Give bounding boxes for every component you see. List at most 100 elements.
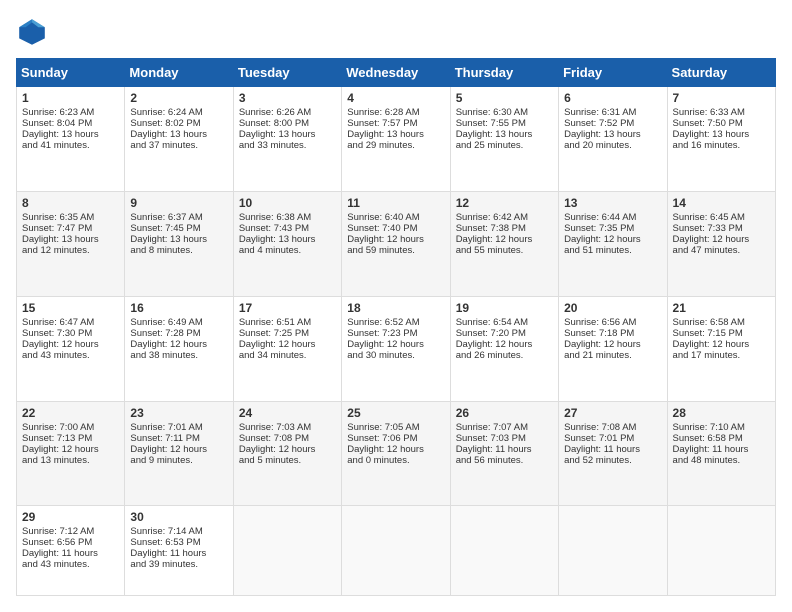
day-number: 11 — [347, 196, 444, 210]
day-number: 6 — [564, 91, 661, 105]
calendar-cell: 28 Sunrise: 7:10 AMSunset: 6:58 PMDayligh… — [667, 401, 775, 506]
calendar-cell: 24 Sunrise: 7:03 AMSunset: 7:08 PMDayligh… — [233, 401, 341, 506]
day-number: 18 — [347, 301, 444, 315]
day-info: Sunrise: 6:24 AMSunset: 8:02 PMDaylight:… — [130, 107, 207, 151]
day-info: Sunrise: 6:28 AMSunset: 7:57 PMDaylight:… — [347, 107, 424, 151]
col-header-thursday: Thursday — [450, 59, 558, 87]
day-info: Sunrise: 6:38 AMSunset: 7:43 PMDaylight:… — [239, 212, 316, 256]
page: SundayMondayTuesdayWednesdayThursdayFrid… — [0, 0, 792, 612]
col-header-saturday: Saturday — [667, 59, 775, 87]
calendar-cell: 3Sunrise: 6:26 AMSunset: 8:00 PMDaylight… — [233, 87, 341, 192]
calendar-cell: 6 Sunrise: 6:31 AMSunset: 7:52 PMDaylight… — [559, 87, 667, 192]
calendar-cell: 2 Sunrise: 6:24 AMSunset: 8:02 PMDaylight… — [125, 87, 233, 192]
calendar-cell: 21 Sunrise: 6:58 AMSunset: 7:15 PMDayligh… — [667, 296, 775, 401]
day-number: 26 — [456, 406, 553, 420]
day-info: Sunrise: 6:47 AMSunset: 7:30 PMDaylight:… — [22, 317, 99, 361]
day-number: 17 — [239, 301, 336, 315]
day-info: Sunrise: 6:37 AMSunset: 7:45 PMDaylight:… — [130, 212, 207, 256]
day-number: 16 — [130, 301, 227, 315]
day-info: Sunrise: 6:58 AMSunset: 7:15 PMDaylight:… — [673, 317, 750, 361]
day-info: Sunrise: 6:42 AMSunset: 7:38 PMDaylight:… — [456, 212, 533, 256]
day-info: Sunrise: 6:40 AMSunset: 7:40 PMDaylight:… — [347, 212, 424, 256]
day-number: 8 — [22, 196, 119, 210]
calendar-cell: 17 Sunrise: 6:51 AMSunset: 7:25 PMDayligh… — [233, 296, 341, 401]
day-info: Sunrise: 7:12 AMSunset: 6:56 PMDaylight:… — [22, 526, 98, 570]
calendar-cell: 14Sunrise: 6:45 AMSunset: 7:33 PMDayligh… — [667, 191, 775, 296]
day-info: Sunrise: 6:52 AMSunset: 7:23 PMDaylight:… — [347, 317, 424, 361]
calendar-cell — [667, 506, 775, 596]
calendar-cell: 11 Sunrise: 6:40 AMSunset: 7:40 PMDayligh… — [342, 191, 450, 296]
day-number: 30 — [130, 510, 227, 524]
day-info: Sunrise: 6:33 AMSunset: 7:50 PMDaylight:… — [673, 107, 750, 151]
calendar-cell: 4 Sunrise: 6:28 AMSunset: 7:57 PMDaylight… — [342, 87, 450, 192]
day-number: 22 — [22, 406, 119, 420]
day-number: 4 — [347, 91, 444, 105]
col-header-wednesday: Wednesday — [342, 59, 450, 87]
calendar-cell — [233, 506, 341, 596]
day-number: 13 — [564, 196, 661, 210]
day-info: Sunrise: 7:05 AMSunset: 7:06 PMDaylight:… — [347, 422, 424, 466]
calendar-cell: 1Sunrise: 6:23 AMSunset: 8:04 PMDaylight… — [17, 87, 125, 192]
day-info: Sunrise: 6:31 AMSunset: 7:52 PMDaylight:… — [564, 107, 641, 151]
col-header-friday: Friday — [559, 59, 667, 87]
day-info: Sunrise: 7:03 AMSunset: 7:08 PMDaylight:… — [239, 422, 316, 466]
col-header-sunday: Sunday — [17, 59, 125, 87]
logo-icon — [16, 16, 48, 48]
calendar-cell: 7 Sunrise: 6:33 AMSunset: 7:50 PMDaylight… — [667, 87, 775, 192]
day-info: Sunrise: 7:00 AMSunset: 7:13 PMDaylight:… — [22, 422, 99, 466]
calendar-cell: 29 Sunrise: 7:12 AMSunset: 6:56 PMDayligh… — [17, 506, 125, 596]
calendar-cell — [559, 506, 667, 596]
day-info: Sunrise: 6:49 AMSunset: 7:28 PMDaylight:… — [130, 317, 207, 361]
day-info: Sunrise: 6:56 AMSunset: 7:18 PMDaylight:… — [564, 317, 641, 361]
day-info: Sunrise: 7:07 AMSunset: 7:03 PMDaylight:… — [456, 422, 532, 466]
calendar-cell: 16 Sunrise: 6:49 AMSunset: 7:28 PMDayligh… — [125, 296, 233, 401]
day-info: Sunrise: 6:54 AMSunset: 7:20 PMDaylight:… — [456, 317, 533, 361]
day-number: 27 — [564, 406, 661, 420]
day-number: 9 — [130, 196, 227, 210]
calendar-cell: 18 Sunrise: 6:52 AMSunset: 7:23 PMDayligh… — [342, 296, 450, 401]
col-header-tuesday: Tuesday — [233, 59, 341, 87]
day-number: 5 — [456, 91, 553, 105]
day-number: 29 — [22, 510, 119, 524]
day-number: 21 — [673, 301, 770, 315]
calendar-cell: 27 Sunrise: 7:08 AMSunset: 7:01 PMDayligh… — [559, 401, 667, 506]
header — [16, 16, 776, 48]
day-number: 28 — [673, 406, 770, 420]
day-info: Sunrise: 6:51 AMSunset: 7:25 PMDaylight:… — [239, 317, 316, 361]
day-info: Sunrise: 6:30 AMSunset: 7:55 PMDaylight:… — [456, 107, 533, 151]
day-info: Sunrise: 6:44 AMSunset: 7:35 PMDaylight:… — [564, 212, 641, 256]
calendar-cell — [342, 506, 450, 596]
calendar-cell: 30 Sunrise: 7:14 AMSunset: 6:53 PMDayligh… — [125, 506, 233, 596]
day-number: 2 — [130, 91, 227, 105]
day-number: 1 — [22, 91, 119, 105]
day-info: Sunrise: 7:08 AMSunset: 7:01 PMDaylight:… — [564, 422, 640, 466]
calendar-cell: 26 Sunrise: 7:07 AMSunset: 7:03 PMDayligh… — [450, 401, 558, 506]
col-header-monday: Monday — [125, 59, 233, 87]
day-number: 7 — [673, 91, 770, 105]
day-info: Sunrise: 7:01 AMSunset: 7:11 PMDaylight:… — [130, 422, 207, 466]
calendar-cell: 22 Sunrise: 7:00 AMSunset: 7:13 PMDayligh… — [17, 401, 125, 506]
calendar-cell: 12 Sunrise: 6:42 AMSunset: 7:38 PMDayligh… — [450, 191, 558, 296]
calendar-cell — [450, 506, 558, 596]
calendar-cell: 19 Sunrise: 6:54 AMSunset: 7:20 PMDayligh… — [450, 296, 558, 401]
day-number: 10 — [239, 196, 336, 210]
calendar-cell: 9 Sunrise: 6:37 AMSunset: 7:45 PMDaylight… — [125, 191, 233, 296]
day-info: Sunrise: 6:26 AMSunset: 8:00 PMDaylight:… — [239, 107, 316, 151]
day-info: Sunrise: 7:10 AMSunset: 6:58 PMDaylight:… — [673, 422, 749, 466]
calendar-cell: 5 Sunrise: 6:30 AMSunset: 7:55 PMDaylight… — [450, 87, 558, 192]
calendar-cell: 25Sunrise: 7:05 AMSunset: 7:06 PMDayligh… — [342, 401, 450, 506]
day-number: 15 — [22, 301, 119, 315]
calendar-cell: 13 Sunrise: 6:44 AMSunset: 7:35 PMDayligh… — [559, 191, 667, 296]
calendar-cell: 20 Sunrise: 6:56 AMSunset: 7:18 PMDayligh… — [559, 296, 667, 401]
calendar-cell: 10 Sunrise: 6:38 AMSunset: 7:43 PMDayligh… — [233, 191, 341, 296]
day-number: 12 — [456, 196, 553, 210]
logo — [16, 16, 52, 48]
day-number: 20 — [564, 301, 661, 315]
day-number: 24 — [239, 406, 336, 420]
day-number: 23 — [130, 406, 227, 420]
day-info: Sunrise: 7:14 AMSunset: 6:53 PMDaylight:… — [130, 526, 206, 570]
calendar-cell: 15 Sunrise: 6:47 AMSunset: 7:30 PMDayligh… — [17, 296, 125, 401]
day-number: 19 — [456, 301, 553, 315]
calendar-table: SundayMondayTuesdayWednesdayThursdayFrid… — [16, 58, 776, 596]
day-info: Sunrise: 6:45 AMSunset: 7:33 PMDaylight:… — [673, 212, 750, 256]
